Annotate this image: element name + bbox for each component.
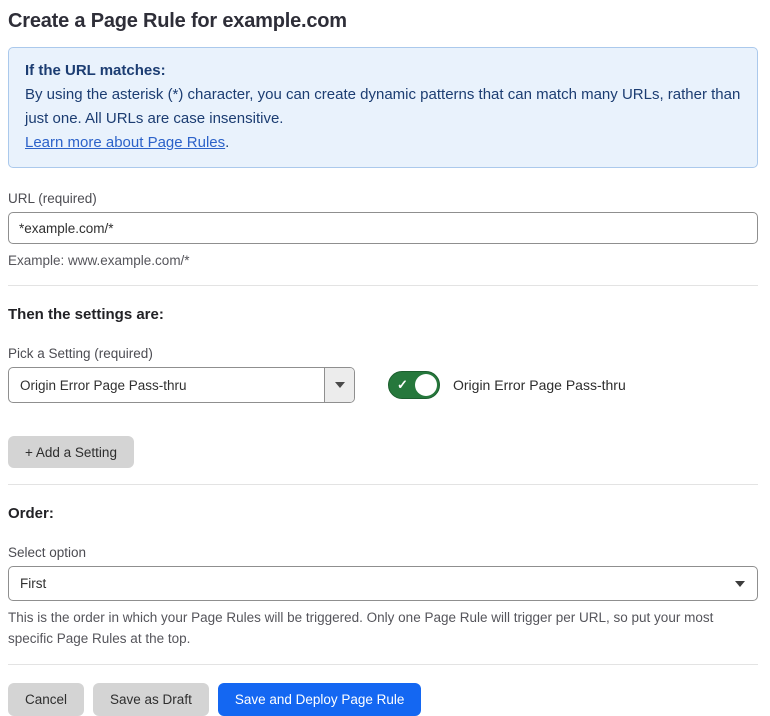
divider (8, 285, 758, 286)
order-select-label: Select option (8, 545, 87, 560)
save-and-deploy-button[interactable]: Save and Deploy Page Rule (217, 683, 422, 716)
info-box-heading: If the URL matches: (25, 62, 166, 79)
settings-section-heading: Then the settings are: (8, 306, 164, 323)
footer-actions: Cancel Save as Draft Save and Deploy Pag… (8, 683, 758, 716)
divider (8, 484, 758, 485)
divider (8, 664, 758, 665)
url-match-info-box: If the URL matches: By using the asteris… (8, 47, 758, 168)
create-page-rule-form: Create a Page Rule for example.com If th… (0, 0, 770, 716)
info-link-row: Learn more about Page Rules. (25, 131, 741, 155)
cancel-button[interactable]: Cancel (8, 683, 85, 716)
setting-select[interactable]: Origin Error Page Pass-thru (8, 367, 355, 403)
toggle-knob (415, 374, 437, 396)
learn-more-link[interactable]: Learn more about Page Rules (25, 134, 225, 151)
toggle-label: Origin Error Page Pass-thru (453, 377, 626, 393)
url-example-helper: Example: www.example.com/* (8, 253, 190, 268)
save-as-draft-button[interactable]: Save as Draft (93, 683, 209, 716)
order-help-text: This is the order in which your Page Rul… (8, 610, 714, 646)
url-input[interactable] (8, 212, 758, 244)
order-select[interactable]: First (8, 566, 758, 601)
add-setting-button[interactable]: + Add a Setting (8, 436, 134, 468)
info-box-body: By using the asterisk (*) character, you… (25, 86, 741, 127)
setting-select-arrow-button[interactable] (324, 368, 354, 402)
setting-toggle-on[interactable]: ✓ (388, 371, 440, 399)
chevron-down-icon (735, 580, 745, 587)
page-title: Create a Page Rule for example.com (8, 10, 347, 32)
url-label: URL (required) (8, 191, 97, 206)
check-icon: ✓ (397, 377, 408, 393)
pick-setting-label: Pick a Setting (required) (8, 346, 153, 361)
setting-row: Origin Error Page Pass-thru ✓ Origin Err… (8, 367, 758, 403)
setting-select-value: Origin Error Page Pass-thru (20, 377, 187, 393)
chevron-down-icon (334, 382, 345, 388)
link-period: . (225, 134, 230, 151)
order-section-heading: Order: (8, 505, 54, 522)
order-select-value: First (20, 576, 47, 591)
